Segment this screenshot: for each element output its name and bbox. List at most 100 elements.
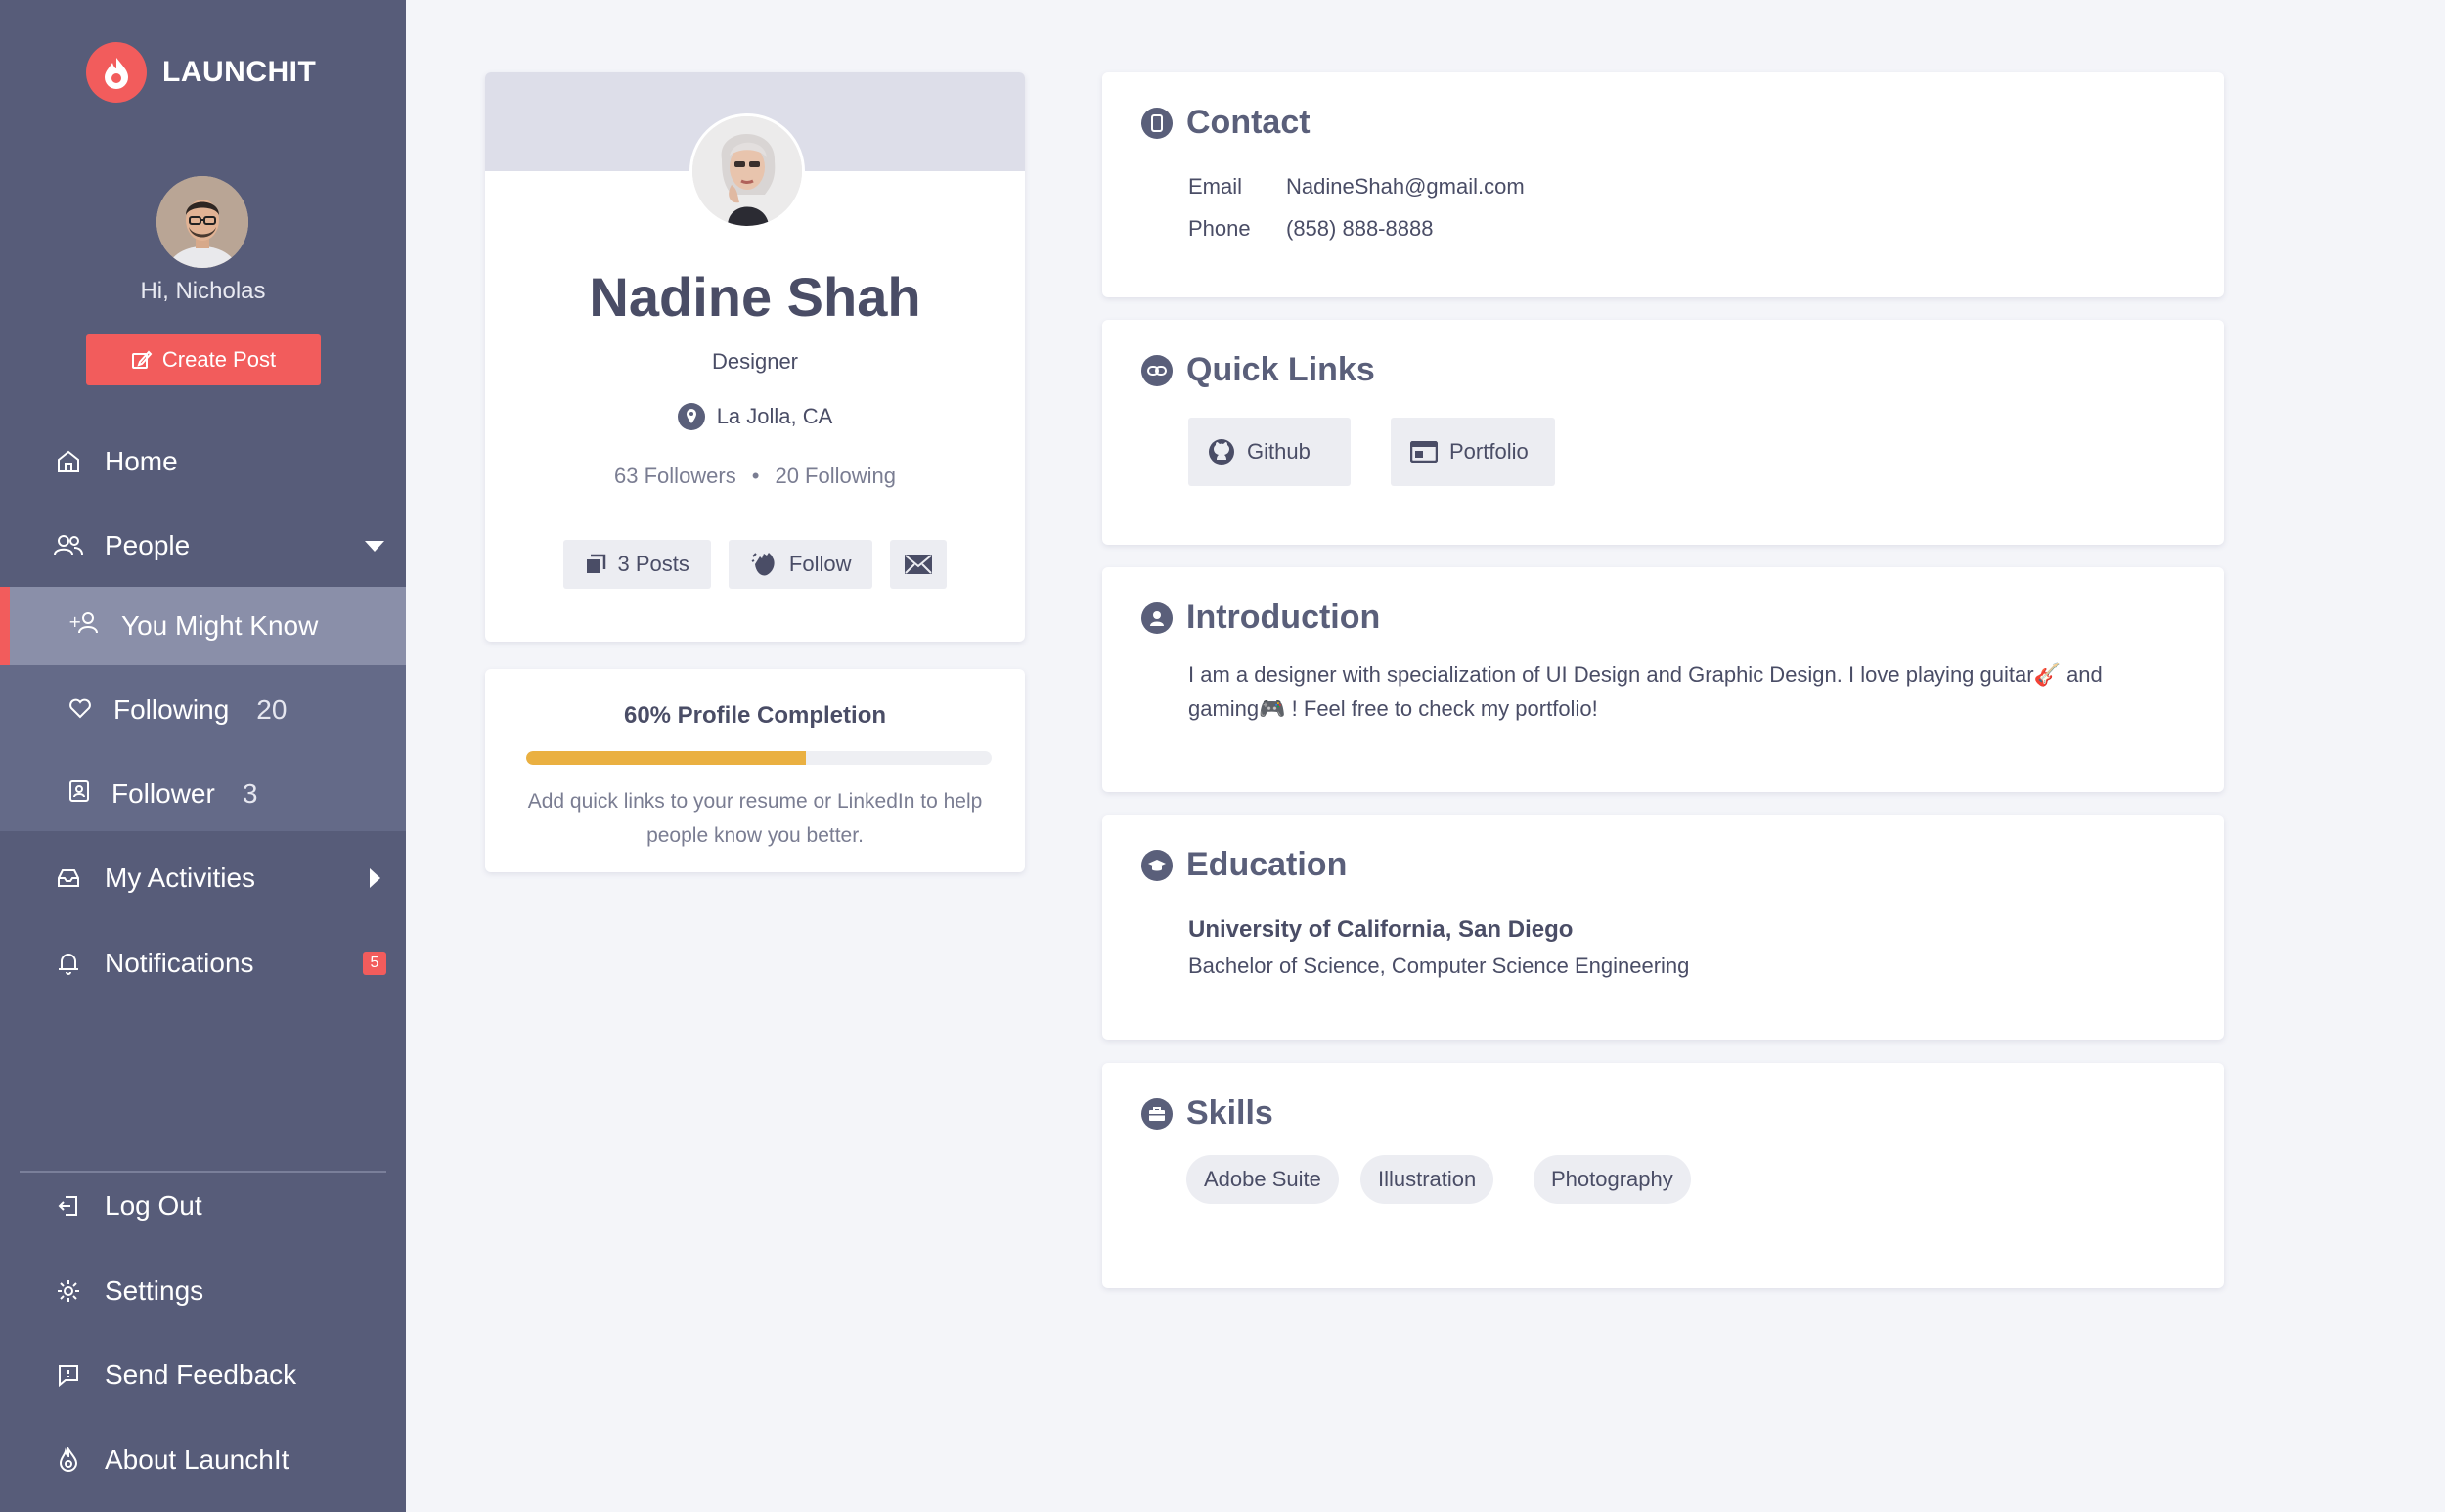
education-card: Education University of California, San … bbox=[1102, 815, 2224, 1040]
skills-title: Skills bbox=[1186, 1094, 1273, 1132]
phone-icon bbox=[1141, 107, 1173, 139]
contact-header: Contact bbox=[1141, 104, 1311, 142]
skills-header: Skills bbox=[1141, 1094, 1273, 1133]
skills-card: Skills Adobe Suite Illustration Photogra… bbox=[1102, 1063, 2224, 1288]
sidebar-item-you-might-know[interactable]: + You Might Know bbox=[0, 587, 406, 665]
people-icon bbox=[54, 531, 83, 560]
sidebar-item-label: Settings bbox=[105, 1275, 204, 1306]
portfolio-link-button[interactable]: Portfolio bbox=[1391, 418, 1555, 486]
github-icon bbox=[1209, 439, 1234, 465]
sidebar-item-label: Notifications bbox=[105, 948, 254, 978]
quick-links-title: Quick Links bbox=[1186, 351, 1375, 388]
browser-window-icon bbox=[1410, 441, 1438, 463]
sidebar-item-logout[interactable]: Log Out bbox=[0, 1167, 406, 1245]
quick-links-header: Quick Links bbox=[1141, 351, 1375, 389]
introduction-card: Introduction I am a designer with specia… bbox=[1102, 567, 2224, 792]
following-count[interactable]: 20 Following bbox=[775, 464, 896, 489]
completion-title: 60% Profile Completion bbox=[623, 702, 887, 729]
feedback-icon bbox=[54, 1360, 83, 1390]
profile-completion-card: 60% Profile Completion Add quick links t… bbox=[485, 669, 1025, 872]
edit-icon bbox=[131, 350, 153, 369]
profile-actions: 3 Posts Follow bbox=[485, 540, 1025, 589]
contact-title: Contact bbox=[1186, 104, 1311, 141]
contact-card-icon bbox=[68, 778, 90, 810]
following-count: 20 bbox=[256, 694, 288, 725]
gear-icon bbox=[54, 1276, 83, 1306]
posts-label: 3 Posts bbox=[617, 552, 689, 576]
chevron-right-icon bbox=[370, 868, 380, 888]
flame-logo-icon bbox=[86, 42, 147, 103]
sidebar-item-follower[interactable]: Follower 3 bbox=[0, 755, 406, 833]
message-button[interactable] bbox=[890, 540, 948, 589]
sidebar-item-about[interactable]: About LaunchIt bbox=[0, 1421, 406, 1499]
introduction-title: Introduction bbox=[1186, 599, 1381, 636]
brand[interactable]: LAUNCHIT bbox=[86, 42, 316, 103]
skill-tag: Photography bbox=[1534, 1155, 1691, 1204]
phone-label: Phone bbox=[1188, 216, 1251, 241]
profile-location: La Jolla, CA bbox=[485, 403, 1025, 430]
user-greeting: Hi, Nicholas bbox=[140, 278, 266, 304]
profile-stats: 63 Followers • 20 Following bbox=[485, 464, 1025, 489]
github-label: Github bbox=[1247, 439, 1311, 464]
sidebar-item-following[interactable]: Following 20 bbox=[0, 671, 406, 749]
people-submenu: + You Might Know Following 20 Follower 3 bbox=[0, 587, 406, 831]
education-school: University of California, San Diego bbox=[1188, 916, 1574, 943]
notification-badge: 5 bbox=[363, 952, 386, 975]
profile-avatar bbox=[689, 113, 805, 229]
github-link-button[interactable]: Github bbox=[1188, 418, 1351, 486]
add-person-icon: + bbox=[68, 610, 100, 643]
portfolio-label: Portfolio bbox=[1449, 439, 1529, 464]
sidebar-item-label: Home bbox=[105, 446, 178, 476]
create-post-button[interactable]: Create Post bbox=[86, 334, 321, 385]
wave-hand-icon bbox=[751, 553, 775, 576]
sidebar-item-home[interactable]: Home bbox=[0, 422, 406, 501]
contact-phone-row: Phone (858) 888-8888 bbox=[1188, 216, 1433, 242]
svg-text:+: + bbox=[68, 612, 81, 631]
skill-tag: Illustration bbox=[1360, 1155, 1494, 1204]
contact-card: Contact Email NadineShah@gmail.com Phone… bbox=[1102, 72, 2224, 297]
sidebar-item-label: Following bbox=[113, 694, 230, 725]
briefcase-icon bbox=[1141, 1097, 1173, 1130]
posts-icon bbox=[586, 554, 605, 573]
education-header: Education bbox=[1141, 846, 1347, 884]
sidebar-item-label: Send Feedback bbox=[105, 1359, 297, 1390]
email-value[interactable]: NadineShah@gmail.com bbox=[1286, 174, 1525, 200]
introduction-text: I am a designer with specialization of U… bbox=[1188, 662, 2103, 721]
sidebar-item-label: Follower bbox=[111, 778, 215, 809]
education-title: Education bbox=[1186, 846, 1348, 883]
sidebar-item-my-activities[interactable]: My Activities bbox=[0, 839, 406, 917]
sidebar-item-label: People bbox=[105, 530, 191, 560]
posts-button[interactable]: 3 Posts bbox=[562, 540, 711, 589]
logout-icon bbox=[54, 1191, 83, 1221]
sidebar-item-label: My Activities bbox=[105, 863, 256, 893]
location-text: La Jolla, CA bbox=[716, 404, 833, 428]
quick-links-card: Quick Links Github Portfolio bbox=[1102, 320, 2224, 545]
follow-button[interactable]: Follow bbox=[728, 540, 873, 589]
sidebar-item-label: About LaunchIt bbox=[105, 1445, 289, 1475]
location-pin-icon bbox=[677, 403, 705, 430]
completion-progress-bar bbox=[526, 751, 992, 765]
completion-progress-fill bbox=[526, 751, 806, 765]
introduction-header: Introduction bbox=[1141, 599, 1380, 637]
sidebar-item-settings[interactable]: Settings bbox=[0, 1252, 406, 1330]
profile-role: Designer bbox=[711, 349, 799, 374]
heart-icon bbox=[68, 694, 92, 726]
follower-count: 3 bbox=[242, 778, 258, 809]
followers-count[interactable]: 63 Followers bbox=[614, 464, 736, 489]
email-label: Email bbox=[1188, 174, 1243, 199]
phone-value[interactable]: (858) 888-8888 bbox=[1286, 216, 1433, 242]
inbox-icon bbox=[54, 864, 83, 893]
create-post-label: Create Post bbox=[161, 347, 277, 372]
sidebar-item-notifications[interactable]: Notifications 5 bbox=[0, 924, 406, 1002]
bell-icon bbox=[54, 949, 83, 978]
sidebar-item-people[interactable]: People bbox=[0, 507, 406, 585]
profile-card: Nadine Shah Designer La Jolla, CA 63 Fol… bbox=[485, 72, 1025, 642]
follow-label: Follow bbox=[788, 552, 852, 576]
sidebar: LAUNCHIT Hi, Nicholas Create Post Home P… bbox=[0, 0, 406, 1512]
avatar[interactable] bbox=[156, 176, 248, 268]
sidebar-item-label: You Might Know bbox=[121, 610, 319, 641]
graduation-cap-icon bbox=[1141, 849, 1173, 881]
flame-icon bbox=[54, 1445, 83, 1475]
link-icon bbox=[1141, 354, 1173, 386]
sidebar-item-send-feedback[interactable]: Send Feedback bbox=[0, 1336, 406, 1414]
